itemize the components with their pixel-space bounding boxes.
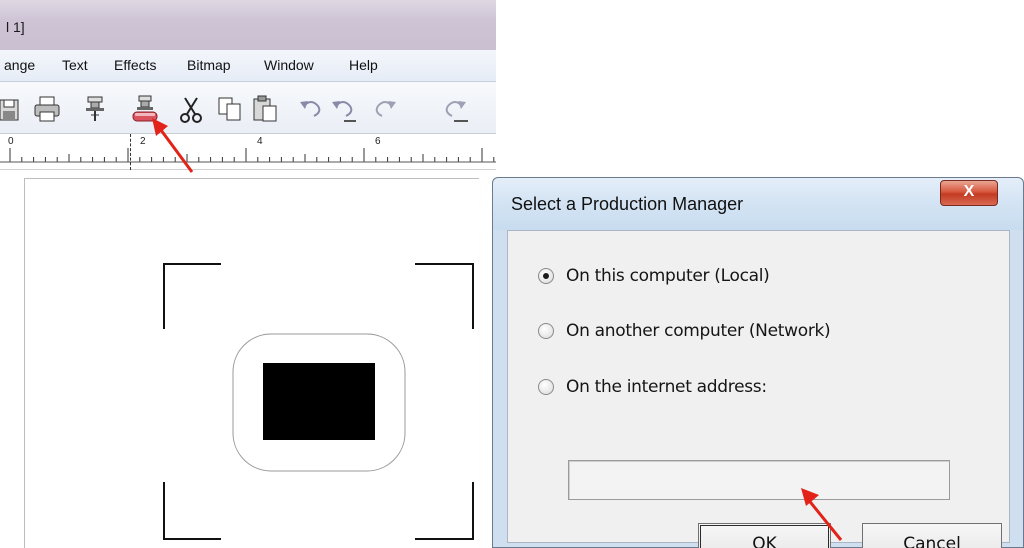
crop-mark-bottom-right (415, 482, 474, 540)
option-local[interactable]: On this computer (Local) (538, 264, 770, 288)
radio-local[interactable] (538, 268, 554, 284)
ruler-label-6: 6 (375, 136, 381, 147)
radio-network[interactable] (538, 323, 554, 339)
dialog-body: On this computer (Local) On another comp… (507, 230, 1010, 548)
menu-bitmap[interactable]: Bitmap (187, 57, 231, 73)
screenshot: l 1] ange Text Effects Bitmap Window Hel… (0, 0, 1024, 548)
dialog-title-bar[interactable]: Select a Production Manager X (493, 178, 1023, 230)
menu-text[interactable]: Text (62, 57, 88, 73)
window-title: l 1] (6, 19, 25, 35)
send-to-production-icon[interactable] (130, 94, 160, 124)
horizontal-ruler[interactable]: 0 2 4 6 (0, 134, 496, 170)
copy-icon[interactable] (215, 94, 245, 124)
save-icon[interactable] (0, 94, 24, 124)
print-icon[interactable] (32, 94, 62, 124)
ruler-label-2: 2 (140, 136, 146, 147)
crop-mark-top-left (163, 263, 221, 329)
ruler-cursor-marker (130, 134, 131, 170)
app-window: l 1] ange Text Effects Bitmap Window Hel… (0, 0, 496, 548)
ruler-ticks (0, 148, 496, 163)
toolbar (0, 82, 496, 134)
close-icon: X (963, 183, 975, 200)
production-manager-icon[interactable] (80, 94, 110, 124)
radio-selected-dot (543, 273, 549, 279)
ok-button[interactable]: OK (698, 523, 831, 548)
menu-bar: ange Text Effects Bitmap Window Help (0, 50, 496, 82)
dialog-title: Select a Production Manager (511, 194, 744, 214)
cut-icon[interactable] (176, 94, 206, 124)
menu-arrange[interactable]: ange (4, 57, 35, 73)
crop-mark-top-right (415, 263, 474, 329)
crop-mark-bottom-left (163, 482, 221, 540)
title-bar: l 1] (0, 0, 496, 50)
undo-list-icon[interactable] (328, 94, 358, 124)
paste-icon[interactable] (250, 94, 280, 124)
option-local-label[interactable]: On this computer (Local) (566, 266, 770, 286)
label-design (163, 263, 474, 540)
design-canvas[interactable] (0, 170, 496, 548)
redo-icon[interactable] (370, 94, 400, 124)
close-button[interactable]: X (940, 180, 998, 206)
menu-window[interactable]: Window (264, 57, 314, 73)
page[interactable] (24, 178, 479, 548)
option-network[interactable]: On another computer (Network) (538, 319, 831, 343)
radio-internet[interactable] (538, 379, 554, 395)
black-rectangle-shape[interactable] (263, 363, 375, 440)
undo-icon[interactable] (296, 94, 326, 124)
option-network-label[interactable]: On another computer (Network) (566, 321, 831, 341)
internet-address-input[interactable] (568, 460, 950, 500)
cancel-button[interactable]: Cancel (862, 523, 1002, 548)
ruler-label-0: 0 (8, 136, 14, 147)
select-production-manager-dialog: Select a Production Manager X On this co… (492, 177, 1024, 548)
menu-help[interactable]: Help (349, 57, 378, 73)
redo-list-icon[interactable] (440, 94, 470, 124)
option-internet-label[interactable]: On the internet address: (566, 377, 767, 397)
ruler-label-4: 4 (257, 136, 263, 147)
option-internet[interactable]: On the internet address: (538, 375, 767, 399)
menu-effects[interactable]: Effects (114, 57, 157, 73)
